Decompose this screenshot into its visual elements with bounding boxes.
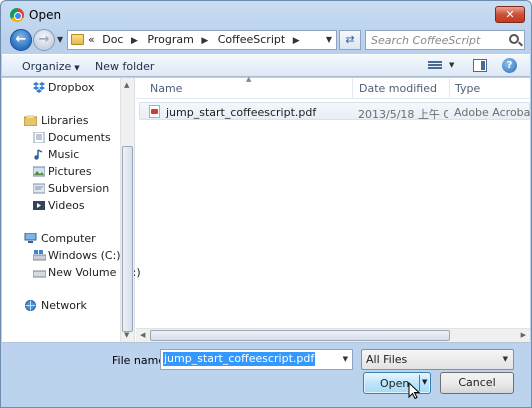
table-row[interactable]: jump_start_coffeescript.pdf 2013/5/18 上午… — [139, 102, 530, 121]
dialog-footer: File name: jump_start_coffeescript.pdf ▼… — [1, 344, 531, 408]
dropbox-icon — [33, 82, 45, 93]
column-divider[interactable] — [449, 78, 450, 99]
scroll-up-icon[interactable]: ▲ — [124, 81, 129, 89]
chevron-down-icon[interactable]: ▼ — [449, 61, 454, 69]
chevron-down-icon[interactable]: ▼ — [422, 378, 427, 386]
chevron-right-icon[interactable]: ▶ — [201, 36, 208, 46]
documents-icon — [33, 131, 45, 144]
breadcrumb-overflow[interactable]: « — [88, 33, 95, 46]
forward-button[interactable]: → — [33, 29, 55, 51]
view-options-icon[interactable] — [428, 60, 442, 72]
chevron-down-icon[interactable]: ▼ — [343, 355, 348, 363]
sidebar-item-drive-d[interactable]: New Volume (D:) — [2, 265, 141, 281]
file-list: ▲ Name Date modified Type jump_start_cof… — [136, 75, 530, 342]
organize-label: Organize — [22, 60, 72, 73]
sidebar-item-label: Network — [41, 299, 87, 312]
sidebar-scrollbar[interactable]: ▲ ▼ — [120, 78, 134, 342]
breadcrumb-program[interactable]: Program — [147, 33, 193, 46]
address-bar[interactable]: « Doc ▶ Program ▶ CoffeeScript ▶ ▼ — [67, 30, 337, 50]
sidebar-item-label: Music — [48, 148, 80, 161]
filename-field[interactable]: jump_start_coffeescript.pdf ▼ — [160, 349, 353, 370]
drive-icon — [32, 267, 47, 278]
chevron-right-icon[interactable]: ▶ — [131, 36, 138, 46]
sidebar-item-subversion[interactable]: Subversion — [2, 181, 122, 197]
breadcrumb-doc[interactable]: Doc — [102, 33, 123, 46]
browser-area: Dropbox Libraries Documents Music Pictur… — [2, 75, 530, 343]
scroll-right-icon[interactable]: ▶ — [521, 331, 526, 339]
sidebar-item-label: Documents — [48, 131, 111, 144]
navigation-pane: Dropbox Libraries Documents Music Pictur… — [2, 78, 141, 342]
file-list-scrollbar[interactable]: ◀ ▶ — [136, 328, 530, 342]
scroll-down-icon[interactable]: ▼ — [124, 331, 129, 339]
organize-menu[interactable]: Organize ▼ — [22, 60, 80, 73]
sidebar-item-dropbox[interactable]: Dropbox — [2, 80, 122, 96]
chevron-down-icon[interactable]: ▼ — [326, 35, 332, 44]
navigation-bar: ← → ▼ « Doc ▶ Program ▶ CoffeeScript ▶ ▼… — [1, 29, 531, 51]
sidebar-item-label: Libraries — [41, 114, 89, 127]
libraries-icon — [23, 115, 38, 127]
chevron-down-icon: ▼ — [502, 355, 508, 363]
sidebar-item-label: Dropbox — [48, 81, 95, 94]
open-dialog: Open ✕ ← → ▼ « Doc ▶ Program ▶ CoffeeScr… — [0, 0, 532, 408]
pdf-file-icon — [149, 105, 160, 118]
open-button[interactable]: Open ▼ — [363, 372, 431, 394]
preview-pane-icon[interactable] — [473, 59, 487, 72]
search-icon — [509, 34, 519, 44]
filename-value: jump_start_coffeescript.pdf — [163, 352, 316, 366]
new-folder-button[interactable]: New folder — [95, 60, 154, 73]
videos-icon — [33, 200, 45, 211]
column-name[interactable]: Name — [150, 82, 182, 95]
search-placeholder: Search CoffeeScript — [371, 34, 481, 47]
column-header-row: ▲ Name Date modified Type — [136, 75, 530, 99]
close-button[interactable]: ✕ — [495, 6, 525, 23]
sidebar-item-label: Computer — [41, 232, 96, 245]
sidebar-item-label: Subversion — [48, 182, 110, 195]
folder-icon — [71, 34, 84, 45]
sidebar-item-label: Videos — [48, 199, 85, 212]
help-icon[interactable]: ? — [502, 58, 517, 73]
sidebar-item-videos[interactable]: Videos — [2, 198, 122, 214]
column-type[interactable]: Type — [455, 82, 480, 95]
computer-icon — [24, 232, 37, 244]
file-type: Adobe Acrobat D — [454, 106, 530, 119]
recent-locations-dropdown[interactable]: ▼ — [57, 35, 65, 45]
command-bar: Organize ▼ New folder ▼ ? — [2, 54, 530, 77]
sidebar-item-label: Windows (C:) — [48, 249, 121, 262]
drive-icon — [32, 250, 47, 261]
chrome-icon — [10, 8, 24, 22]
title-bar[interactable]: Open ✕ — [1, 1, 531, 29]
column-divider[interactable] — [352, 78, 353, 99]
scrollbar-thumb[interactable] — [122, 146, 133, 332]
sidebar-item-libraries[interactable]: Libraries — [2, 113, 122, 129]
scroll-left-icon[interactable]: ◀ — [140, 331, 145, 339]
sidebar-item-documents[interactable]: Documents — [2, 130, 122, 146]
sidebar-item-computer[interactable]: Computer — [2, 231, 122, 247]
pictures-icon — [32, 166, 46, 177]
scrollbar-thumb[interactable] — [150, 330, 450, 341]
back-button[interactable]: ← — [10, 29, 32, 51]
file-name: jump_start_coffeescript.pdf — [166, 106, 317, 119]
breadcrumb: « Doc ▶ Program ▶ CoffeeScript ▶ — [88, 33, 306, 46]
music-icon — [33, 149, 45, 160]
breadcrumb-coffeescript[interactable]: CoffeeScript — [218, 33, 285, 46]
chevron-down-icon: ▼ — [74, 64, 80, 72]
sidebar-item-label: Pictures — [48, 165, 92, 178]
network-icon — [24, 300, 36, 311]
sort-ascending-icon: ▲ — [246, 75, 252, 83]
file-date-modified: 2013/5/18 上午 09:... — [358, 108, 448, 121]
file-type-filter-value: All Files — [366, 353, 408, 366]
sidebar-item-music[interactable]: Music — [2, 147, 122, 163]
refresh-button[interactable]: ⇄ — [339, 30, 361, 50]
sidebar-item-network[interactable]: Network — [2, 298, 122, 314]
column-date-modified[interactable]: Date modified — [359, 82, 437, 95]
window-title: Open — [29, 8, 62, 22]
open-button-label: Open — [380, 377, 410, 390]
search-input[interactable]: Search CoffeeScript — [365, 30, 525, 50]
file-type-filter[interactable]: All Files ▼ — [361, 349, 514, 370]
subversion-icon — [32, 183, 46, 194]
sidebar-item-drive-c[interactable]: Windows (C:) — [2, 248, 122, 264]
cancel-button[interactable]: Cancel — [440, 372, 514, 394]
sidebar-item-pictures[interactable]: Pictures — [2, 164, 122, 180]
chevron-right-icon[interactable]: ▶ — [293, 36, 300, 46]
